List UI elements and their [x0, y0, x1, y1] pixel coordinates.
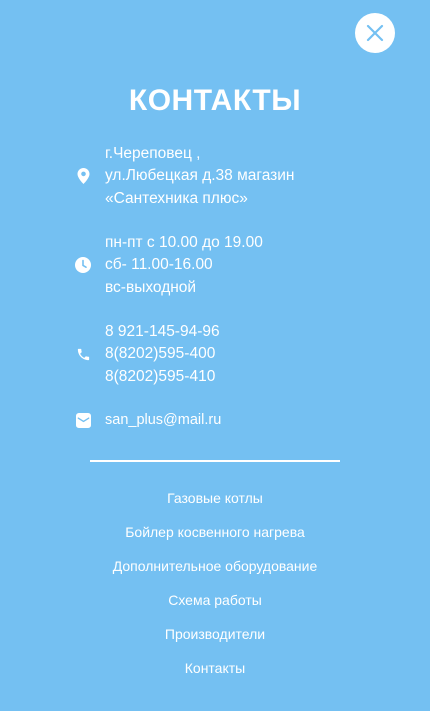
divider: [90, 460, 340, 462]
phone-link[interactable]: 8 921-145-94-96: [105, 321, 220, 343]
mail-icon: [75, 412, 91, 428]
contact-phones: 8 921-145-94-96 8(8202)595-400 8(8202)59…: [75, 321, 220, 388]
location-pin-icon: [75, 168, 91, 185]
clock-icon: [75, 257, 91, 274]
address-line: г.Череповец ,: [105, 145, 201, 162]
close-button[interactable]: [355, 13, 395, 53]
contact-email: san_plus@mail.ru: [75, 409, 221, 431]
close-icon: [366, 24, 384, 42]
hours-line: вс-выходной: [105, 278, 197, 296]
footer-nav: Газовые котлы Бойлер косвенного нагрева …: [0, 487, 430, 691]
nav-item-manufacturers[interactable]: Производители: [0, 623, 430, 657]
hours-line: сб- 11.00-16.00: [105, 256, 213, 274]
nav-item-extra-equipment[interactable]: Дополнительное оборудование: [0, 555, 430, 589]
page-title: КОНТАКТЫ: [128, 84, 302, 117]
nav-item-contacts[interactable]: Контакты: [0, 657, 430, 691]
address-line: ул.Любецкая д.38 магазин: [105, 167, 295, 185]
phone-link[interactable]: 8(8202)595-400: [105, 343, 220, 365]
address-line: «Сантехника плюс»: [105, 189, 248, 207]
nav-item-gas-boilers[interactable]: Газовые котлы: [0, 487, 430, 521]
phone-link[interactable]: 8(8202)595-410: [105, 366, 220, 388]
contact-address: г.Череповец , ул.Любецкая д.38 магазин «…: [75, 143, 294, 210]
nav-item-work-scheme[interactable]: Схема работы: [0, 589, 430, 623]
email-link[interactable]: san_plus@mail.ru: [105, 409, 221, 431]
nav-item-indirect-boiler[interactable]: Бойлер косвенного нагрева: [0, 521, 430, 555]
contact-hours: пн-пт с 10.00 до 19.00 сб- 11.00-16.00 в…: [75, 232, 263, 299]
hours-line: пн-пт с 10.00 до 19.00: [105, 234, 263, 251]
phone-icon: [75, 346, 91, 362]
